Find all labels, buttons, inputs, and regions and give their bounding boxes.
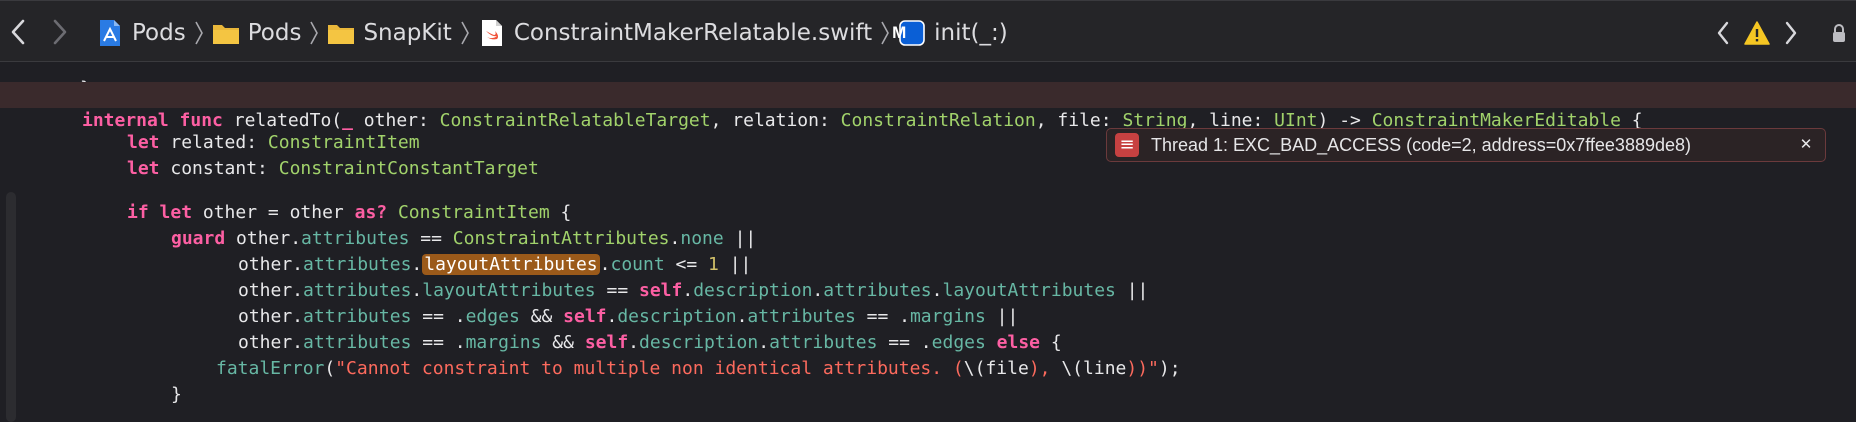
folder-icon	[327, 19, 355, 47]
code-line-4: if let other = other as? ConstraintItem …	[127, 202, 572, 223]
project-icon	[96, 19, 124, 47]
code-line-11: }	[171, 384, 182, 405]
xcode-editor-window: Pods Pods SnapKit ConstraintMakerRelatab…	[0, 0, 1856, 422]
code-line-8: other.attributes == .edges && self.descr…	[238, 306, 1019, 327]
folder-icon	[212, 19, 240, 47]
breadcrumb-group-snapkit[interactable]: SnapKit	[327, 13, 452, 53]
code-line-0: }	[0, 50, 1856, 99]
breadcrumb-label: ConstraintMakerRelatable.swift	[513, 20, 873, 46]
close-icon: ✕	[1799, 135, 1813, 153]
breadcrumb-file[interactable]: ConstraintMakerRelatable.swift	[478, 13, 872, 53]
code-line-2: let related: ConstraintItem	[127, 132, 420, 153]
warning-icon	[1744, 21, 1770, 45]
runtime-error-banner[interactable]: ≡ Thread 1: EXC_BAD_ACCESS (code=2, addr…	[1106, 128, 1826, 162]
code-line-7: other.attributes.layoutAttributes == sel…	[238, 280, 1149, 301]
breadcrumb-label: Pods	[132, 20, 186, 46]
close-error-button[interactable]: ✕	[1795, 133, 1817, 155]
method-badge-letter: M	[892, 23, 907, 42]
code-line-6: other.attributes. layoutAttributes .count …	[238, 254, 752, 275]
breadcrumb-label: SnapKit	[363, 20, 452, 46]
chevron-right-icon	[458, 13, 472, 53]
issue-navigator-controls	[1706, 13, 1856, 53]
code-line-10: fatalError("Cannot constraint to multipl…	[216, 358, 1181, 379]
lock-icon	[1833, 24, 1845, 42]
previous-issue-button[interactable]	[1706, 14, 1740, 52]
chevron-right-icon	[307, 13, 321, 53]
code-line-5: guard other.attributes == ConstraintAttr…	[171, 228, 757, 249]
lock-button[interactable]	[1822, 14, 1856, 52]
code-line-9: other.attributes == .margins && self.des…	[238, 332, 1062, 353]
swift-file-icon	[478, 19, 506, 47]
error-message: Thread 1: EXC_BAD_ACCESS (code=2, addres…	[1151, 134, 1691, 155]
chevron-right-icon	[53, 19, 67, 45]
breadcrumb-method[interactable]: M init(_:)	[892, 13, 1008, 53]
back-button[interactable]	[0, 13, 36, 51]
warning-indicator[interactable]	[1740, 14, 1774, 52]
forward-button[interactable]	[42, 13, 78, 51]
method-icon: M	[892, 19, 926, 47]
breadcrumb: Pods Pods SnapKit ConstraintMakerRelatab…	[96, 13, 1008, 53]
next-issue-button[interactable]	[1774, 14, 1808, 52]
breadcrumb-project-pods[interactable]: Pods	[96, 13, 186, 53]
chevron-left-icon	[11, 19, 25, 45]
chevron-right-icon	[1785, 21, 1797, 45]
breadcrumb-group-pods[interactable]: Pods	[212, 13, 302, 53]
breadcrumb-label: init(_:)	[934, 20, 1008, 46]
chevron-left-icon	[1717, 21, 1729, 45]
source-editor[interactable]: } internal func relatedTo(_ other: Const…	[0, 62, 1856, 422]
error-icon: ≡	[1115, 133, 1139, 157]
chevron-right-icon	[192, 13, 206, 53]
breadcrumb-label: Pods	[247, 20, 302, 46]
